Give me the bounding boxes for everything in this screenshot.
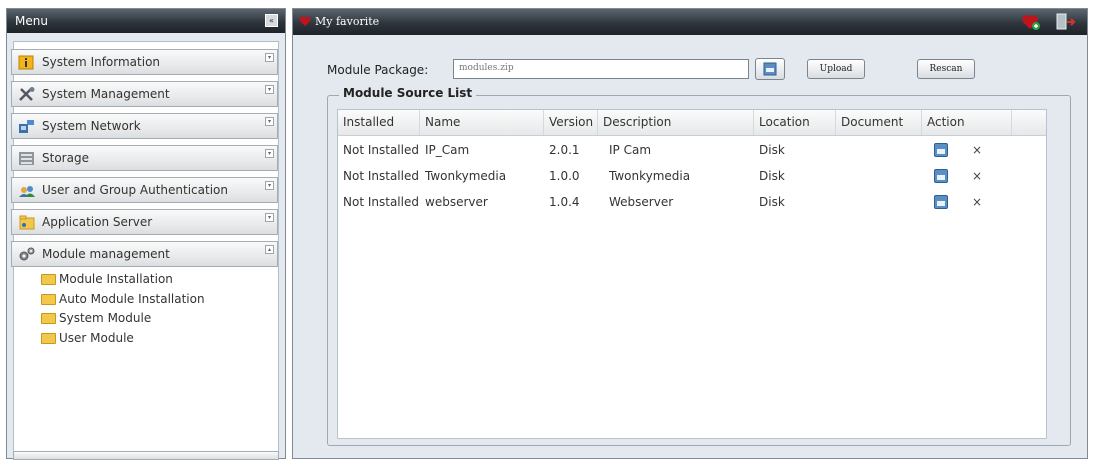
folder-icon [41,274,56,285]
menu-section-label: System Management [42,87,170,101]
server-icon [19,215,35,230]
menu-item-module-installation[interactable]: Module Installation [41,271,173,287]
menu-panel: Menu « System Information ▾ System Manag… [6,8,286,460]
tools-icon [19,87,35,101]
name-cell: webserver [425,195,488,209]
location-cell: Disk [759,143,785,157]
menu-section-system-management[interactable]: System Management ▾ [11,81,278,107]
menu-section-label: Application Server [42,215,153,229]
version-cell: 1.0.4 [549,195,580,209]
expand-icon[interactable]: ▾ [265,85,274,94]
users-icon [19,186,35,197]
table-row[interactable]: Not Installed webserver 1.0.4 Webserver … [338,190,1014,214]
column-header-name[interactable]: Name [420,110,544,135]
folder-icon [41,333,56,344]
collapse-menu-icon[interactable]: « [265,14,278,27]
folder-icon [41,313,56,324]
folder-icon [41,294,56,305]
column-header-location[interactable]: Location [754,110,836,135]
menu-item-label: User Module [59,331,134,345]
installed-cell: Not Installed [343,195,419,209]
column-header-document[interactable]: Document [836,110,922,135]
column-header-installed[interactable]: Installed [338,110,420,135]
table-header: Installed Name Version Description Locat… [338,110,1046,136]
heart-icon[interactable] [299,16,311,27]
installed-cell: Not Installed [343,169,419,183]
menu-section-storage[interactable]: Storage ▾ [11,145,278,171]
install-icon[interactable] [934,169,948,183]
module-package-label: Module Package: [327,63,429,77]
content-panel: My favorite Module Package: modules.zip … [292,8,1088,459]
name-cell: IP_Cam [425,143,470,157]
name-cell: Twonkymedia [425,169,507,183]
header-actions [1022,13,1076,30]
add-favorite-icon[interactable] [1022,15,1040,30]
expand-icon[interactable]: ▾ [265,117,274,126]
gears-icon [19,247,35,261]
network-icon [19,120,34,133]
description-cell: IP Cam [609,143,652,157]
menu-section-application-server[interactable]: Application Server ▾ [11,209,278,235]
header-title: My favorite [315,15,380,28]
menu-item-user-module[interactable]: User Module [41,330,134,346]
logout-icon[interactable] [1056,13,1076,30]
browse-icon [763,62,777,76]
expand-icon[interactable]: ▾ [265,181,274,190]
description-cell: Twonkymedia [609,169,691,183]
menu-item-system-module[interactable]: System Module [41,310,151,326]
column-header-description[interactable]: Description [598,110,754,135]
storage-icon [19,152,34,165]
delete-icon[interactable]: × [972,169,982,183]
location-cell: Disk [759,195,785,209]
module-source-list-legend: Module Source List [339,86,477,100]
module-table: Installed Name Version Description Locat… [337,109,1047,439]
install-icon[interactable] [934,195,948,209]
menu-item-label: Auto Module Installation [59,292,205,306]
menu-title: Menu [15,14,48,28]
delete-icon[interactable]: × [972,143,982,157]
menu-section-label: Storage [42,151,89,165]
menu-item-label: System Module [59,311,152,325]
menu-section-label: User and Group Authentication [42,183,228,197]
menu-header: Menu « [7,9,285,33]
menu-item-label: Module Installation [59,272,173,286]
table-row[interactable]: Not Installed Twonkymedia 1.0.0 Twonkyme… [338,164,1014,188]
menu-section-label: System Network [42,119,141,133]
delete-icon[interactable]: × [972,195,982,209]
browse-button[interactable] [755,58,785,80]
menu-section-system-information[interactable]: System Information ▾ [11,49,278,75]
rescan-button[interactable]: Rescan [917,59,975,79]
collapse-icon[interactable]: ▴ [265,245,274,254]
menu-section-system-network[interactable]: System Network ▾ [11,113,278,139]
info-icon [18,55,34,70]
installed-cell: Not Installed [343,143,419,157]
expand-icon[interactable]: ▾ [265,53,274,62]
menu-item-auto-module-installation[interactable]: Auto Module Installation [41,291,205,307]
version-cell: 2.0.1 [549,143,580,157]
menu-section-module-management[interactable]: Module management ▴ [11,241,278,267]
table-row[interactable]: Not Installed IP_Cam 2.0.1 IP Cam Disk × [338,138,1014,162]
column-header-version[interactable]: Version [544,110,598,135]
description-cell: Webserver [609,195,674,209]
version-cell: 1.0.0 [549,169,580,183]
expand-icon[interactable]: ▾ [265,213,274,222]
menu-section-user-group-auth[interactable]: User and Group Authentication ▾ [11,177,278,203]
install-icon[interactable] [934,143,948,157]
column-header-action[interactable]: Action [922,110,1012,135]
upload-button[interactable]: Upload [807,59,865,79]
content-header: My favorite [293,9,1087,35]
menu-section-label: Module management [42,247,170,261]
expand-icon[interactable]: ▾ [265,149,274,158]
menu-section-label: System Information [42,55,161,69]
module-package-input[interactable]: modules.zip [453,59,749,79]
location-cell: Disk [759,169,785,183]
